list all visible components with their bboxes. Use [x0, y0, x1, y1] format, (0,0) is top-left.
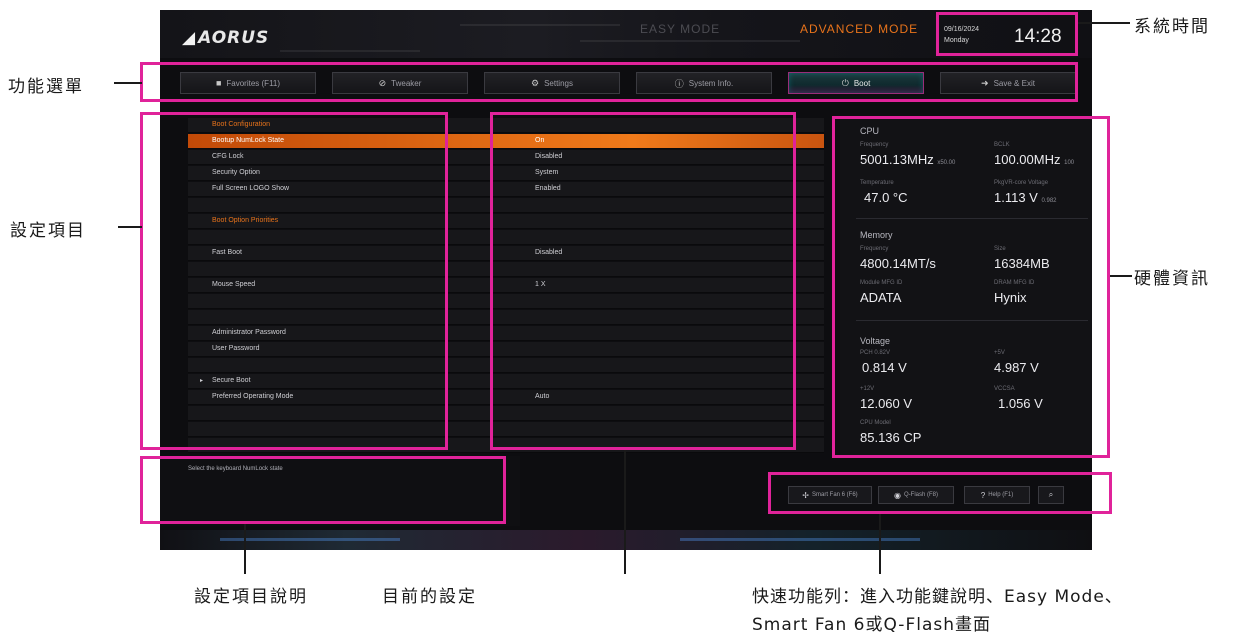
leader-line [114, 82, 142, 84]
quick-bar-label-line1: 快速功能列：進入功能鍵說明、Easy Mode、 [752, 587, 1123, 607]
system-time-box [936, 12, 1078, 56]
system-time-label: 系統時間 [1134, 17, 1210, 37]
quick-bar-box [768, 472, 1112, 514]
decor-glow [220, 538, 400, 541]
decor-streak [460, 24, 620, 26]
decor-streak [280, 50, 420, 52]
hardware-info-label: 硬體資訊 [1134, 269, 1210, 289]
leader-line [244, 524, 246, 574]
leader-line [879, 514, 881, 574]
hardware-info-box [832, 116, 1110, 458]
quick-bar-label-line2: Smart Fan 6或Q-Flash畫面 [752, 615, 991, 635]
leader-line [1110, 275, 1132, 277]
brand-logo: ◢ AORUS [182, 28, 269, 48]
decor-glow [680, 538, 920, 541]
leader-line [118, 226, 142, 228]
setting-items-label: 設定項目 [10, 221, 86, 241]
brand-text: AORUS [198, 28, 270, 48]
setting-items-box [140, 112, 448, 450]
easy-mode-tab[interactable]: EASY MODE [640, 22, 720, 36]
current-setting-box [490, 112, 796, 450]
function-menu-label: 功能選單 [8, 77, 84, 97]
wing-icon: ◢ [182, 28, 197, 48]
advanced-mode-tab[interactable]: ADVANCED MODE [800, 22, 918, 36]
item-description-label: 設定項目說明 [194, 587, 308, 607]
bottom-decor-bar [160, 530, 1092, 550]
leader-line [624, 450, 626, 574]
item-description-box [140, 456, 506, 524]
leader-line [1078, 22, 1130, 24]
function-menu-box [140, 62, 1078, 102]
decor-streak [580, 40, 800, 42]
current-setting-label: 目前的設定 [382, 587, 477, 607]
